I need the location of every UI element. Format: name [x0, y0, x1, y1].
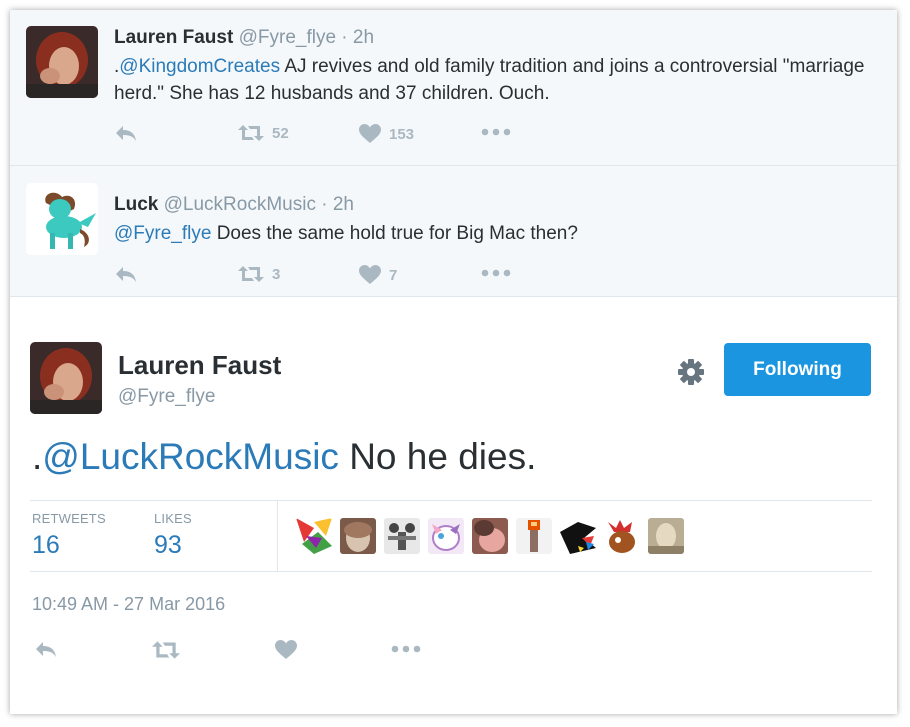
tweet-text: @Fyre_flye Does the same hold true for B… [114, 220, 884, 247]
author-name[interactable]: Luck [114, 194, 158, 215]
like-button[interactable]: 7 [359, 265, 397, 285]
retweet-count: 3 [272, 265, 281, 283]
reply-tweet[interactable]: Lauren Faust @Fyre_flye · 2h .@KingdomCr… [10, 10, 897, 166]
liker-avatar[interactable] [384, 518, 420, 554]
text-prefix: . [32, 436, 43, 477]
more-button[interactable] [391, 644, 421, 654]
tweet-time[interactable]: · 2h [321, 194, 354, 215]
avatar[interactable] [30, 342, 102, 414]
like-count: 7 [389, 266, 398, 284]
retweets-label: RETWEETS [32, 511, 106, 526]
liker-avatar[interactable] [516, 518, 552, 554]
mention-link[interactable]: @LuckRockMusic [42, 436, 339, 477]
liker-avatar[interactable] [472, 518, 508, 554]
author-name[interactable]: Lauren Faust [118, 350, 281, 381]
retweet-icon [238, 125, 264, 141]
more-button[interactable] [481, 268, 511, 278]
reply-tweet[interactable]: Luck @LuckRockMusic · 2h @Fyre_flye Does… [10, 166, 897, 297]
heart-icon [359, 124, 381, 143]
retweet-button[interactable]: 52 [238, 124, 289, 142]
reply-header: Lauren Faust @Fyre_flye · 2h [114, 27, 374, 49]
retweets-stat[interactable]: RETWEETS 16 [32, 511, 106, 560]
retweet-count: 52 [272, 124, 289, 142]
heart-icon [359, 265, 381, 284]
tweet-stats: RETWEETS 16 LIKES 93 [30, 500, 872, 572]
retweet-icon [152, 641, 180, 659]
author-handle[interactable]: @Fyre_flye [118, 386, 215, 408]
tweet-time[interactable]: · 2h [341, 27, 374, 48]
stats-divider [277, 501, 278, 571]
author-name[interactable]: Lauren Faust [114, 27, 233, 48]
like-button[interactable]: 153 [359, 124, 414, 144]
author-handle[interactable]: @LuckRockMusic [164, 194, 316, 215]
avatar[interactable] [26, 26, 98, 98]
tweet-timestamp[interactable]: 10:49 AM - 27 Mar 2016 [32, 594, 225, 615]
following-button[interactable]: Following [724, 343, 871, 396]
likes-label: LIKES [154, 511, 192, 526]
likes-count: 93 [154, 531, 182, 559]
liker-avatar[interactable] [560, 518, 596, 554]
tweet-text: .@KingdomCreates AJ revives and old fami… [114, 53, 884, 107]
liker-avatars [296, 518, 692, 554]
reply-header: Luck @LuckRockMusic · 2h [114, 194, 354, 216]
more-icon [481, 269, 511, 277]
liker-avatar[interactable] [428, 518, 464, 554]
tweet-text: .@LuckRockMusic No he dies. [32, 436, 536, 478]
more-icon [391, 645, 421, 653]
liker-avatar[interactable] [648, 518, 684, 554]
liker-avatar[interactable] [604, 518, 640, 554]
mention-link[interactable]: @KingdomCreates [119, 56, 280, 77]
text-body: No he dies. [338, 436, 537, 477]
reply-button[interactable] [114, 265, 138, 283]
more-button[interactable] [481, 127, 511, 137]
tweet-card: Lauren Faust @Fyre_flye · 2h .@KingdomCr… [10, 10, 897, 714]
reply-icon [116, 126, 136, 141]
liker-avatar[interactable] [340, 518, 376, 554]
reply-icon [116, 267, 136, 282]
avatar[interactable] [26, 183, 98, 255]
likes-stat[interactable]: LIKES 93 [154, 511, 192, 560]
author-handle[interactable]: @Fyre_flye [239, 27, 336, 48]
retweet-icon [238, 266, 264, 282]
retweet-button[interactable] [152, 640, 180, 660]
reply-button[interactable] [34, 640, 58, 658]
more-icon [481, 128, 511, 136]
like-button[interactable] [275, 640, 297, 660]
retweet-button[interactable]: 3 [238, 265, 280, 283]
retweets-count: 16 [32, 531, 60, 559]
gear-icon [678, 359, 704, 385]
liker-avatar[interactable] [296, 518, 332, 554]
text-body: Does the same hold true for Big Mac then… [211, 223, 578, 244]
like-count: 153 [389, 125, 415, 143]
mention-link[interactable]: @Fyre_flye [114, 223, 211, 244]
reply-button[interactable] [114, 124, 138, 142]
reply-icon [36, 642, 56, 657]
heart-icon [275, 640, 297, 659]
user-actions-button[interactable] [676, 357, 706, 387]
